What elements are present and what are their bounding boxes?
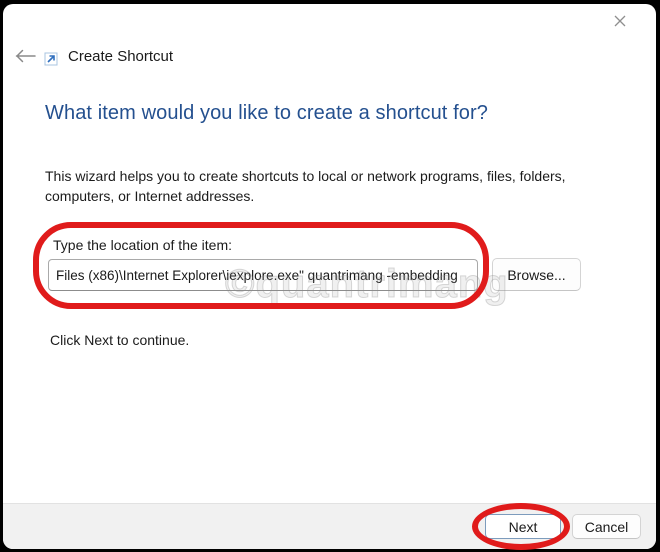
shortcut-arrow-icon xyxy=(44,52,58,66)
page-heading: What item would you like to create a sho… xyxy=(45,102,488,125)
screenshot-stage: Create Shortcut What item would you like… xyxy=(0,0,660,552)
next-button[interactable]: Next xyxy=(485,514,561,539)
back-arrow-icon xyxy=(14,48,36,67)
window-title: Create Shortcut xyxy=(68,48,173,65)
dialog-footer: Next Cancel xyxy=(3,503,656,549)
browse-button[interactable]: Browse... xyxy=(492,258,581,291)
next-hint-text: Click Next to continue. xyxy=(50,332,189,348)
location-input[interactable] xyxy=(48,259,478,291)
create-shortcut-dialog: Create Shortcut What item would you like… xyxy=(3,4,656,549)
wizard-description: This wizard helps you to create shortcut… xyxy=(45,166,566,206)
cancel-button[interactable]: Cancel xyxy=(572,514,641,539)
close-button[interactable] xyxy=(606,10,634,34)
close-icon xyxy=(613,14,627,31)
back-button[interactable] xyxy=(11,46,39,68)
location-label: Type the location of the item: xyxy=(53,237,232,253)
